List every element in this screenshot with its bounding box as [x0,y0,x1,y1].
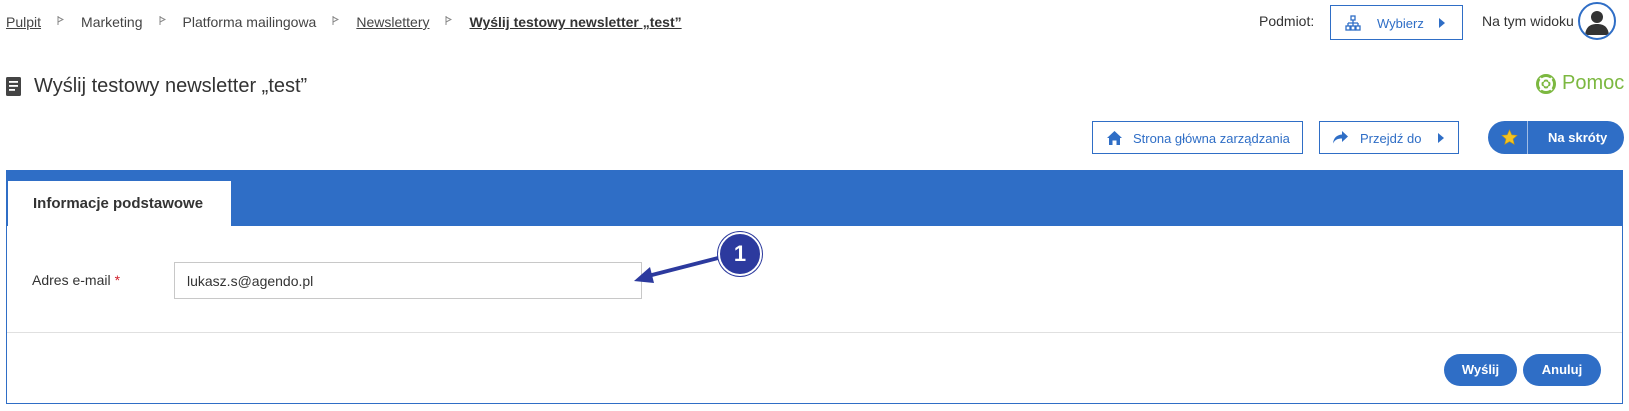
tab-basic-info[interactable]: Informacje podstawowe [8,181,231,226]
org-chart-icon [1345,15,1361,31]
caret-right-icon [1438,133,1444,143]
tab-bar: Informacje podstawowe [7,171,1622,226]
email-field[interactable] [174,262,642,299]
email-field-label: Adres e-mail * [32,272,120,288]
breadcrumb-item-newsletters[interactable]: Newslettery [356,14,429,30]
user-avatar[interactable] [1578,2,1616,40]
select-subject-button[interactable]: Wybierz [1330,5,1463,40]
tab-basic-info-label: Informacje podstawowe [33,195,204,212]
breadcrumb-separator-icon [332,15,340,25]
breadcrumb-separator-icon [159,15,166,25]
page-title: Wyślij testowy newsletter „test” [34,75,308,97]
send-button[interactable]: Wyślij [1444,354,1517,386]
annotation-arrow [634,255,723,283]
home-icon [1107,131,1122,145]
form-panel: Informacje podstawowe Adres e-mail* Wyśl… [6,170,1623,404]
view-label: Na tym widoku [1482,13,1574,29]
goto-label: Przejdź do [1360,131,1422,146]
caret-right-icon [1439,18,1445,28]
share-arrow-icon [1333,131,1348,144]
star-icon [1501,129,1518,145]
breadcrumb-item-current[interactable]: Wyślij testowy newsletter „test” [469,14,681,30]
required-marker: * [114,272,121,288]
user-icon [1585,11,1609,35]
select-subject-label: Wybierz [1377,16,1424,31]
management-home-button[interactable]: Strona główna zarządzania [1092,121,1303,154]
help-label: Pomoc [1562,72,1625,94]
breadcrumb-separator-icon [57,15,65,25]
document-icon [6,77,21,96]
breadcrumb-item-mailing-platform: Platforma mailingowa [182,14,317,30]
email-label-text: Adres e-mail [32,272,111,288]
lifebuoy-icon [1536,73,1556,94]
shortcuts-divider [1527,121,1528,154]
breadcrumb-item-pulpit[interactable]: Pulpit [6,14,41,30]
goto-button[interactable]: Przejdź do [1319,121,1459,154]
cancel-button[interactable]: Anuluj [1523,354,1601,386]
shortcuts-button[interactable]: Na skróty [1488,121,1624,154]
breadcrumb-item-marketing: Marketing [81,14,143,30]
breadcrumb-separator-icon [445,15,453,25]
help-link[interactable]: Pomoc [1536,72,1624,95]
shortcuts-label: Na skróty [1548,130,1608,145]
breadcrumb: Pulpit Marketing Platforma mailingowa Ne… [6,13,682,31]
annotation-badge: 1 [718,232,762,276]
management-home-label: Strona główna zarządzania [1133,131,1290,146]
page-header: Wyślij testowy newsletter „test” [6,75,307,98]
subject-label: Podmiot: [1259,13,1315,29]
form-footer-divider [7,332,1622,333]
